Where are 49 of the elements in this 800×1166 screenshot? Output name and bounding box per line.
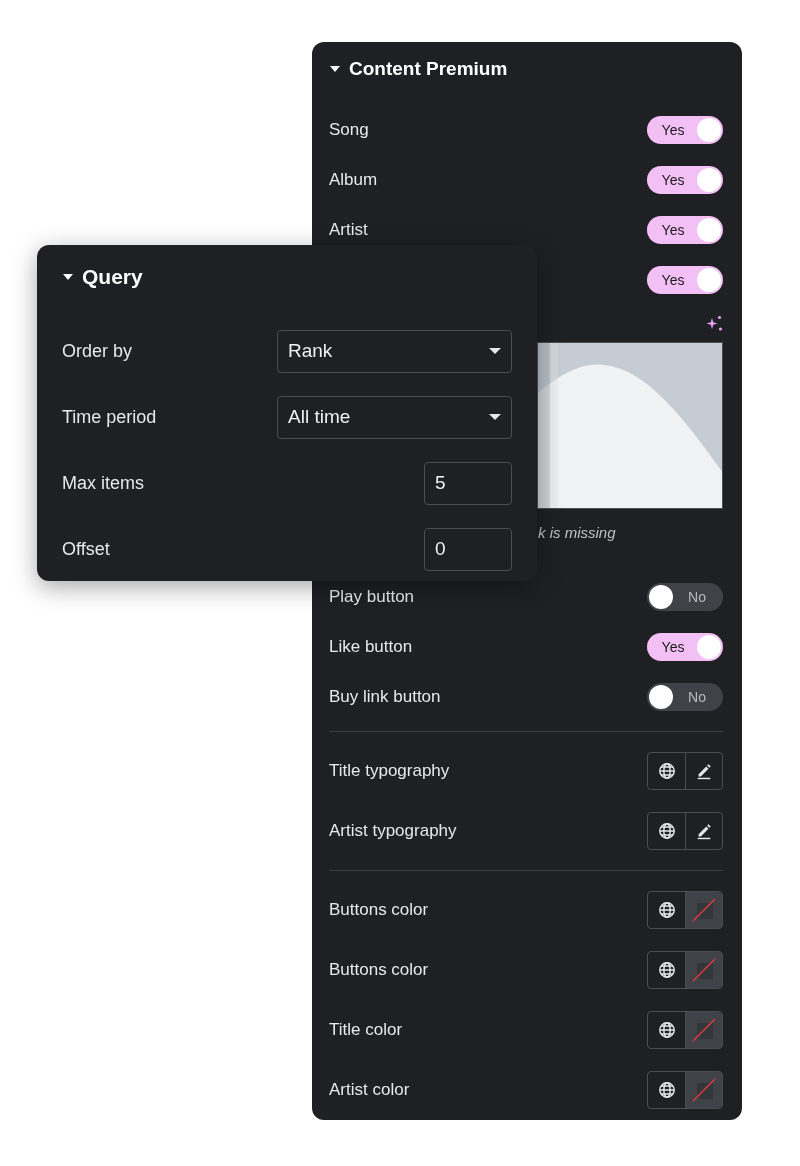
section-title[interactable]: Query [82,265,143,289]
color-swatch[interactable] [685,952,722,988]
globe-icon [657,1021,676,1039]
field-label: Order by [62,340,133,362]
toggle-switch[interactable]: No [647,683,723,711]
dropdown[interactable]: All time [277,395,512,439]
caret-icon [489,347,501,355]
setting-label: Artist typography [329,821,457,841]
caption: k is missing [538,524,616,541]
globe-icon [657,762,676,780]
color-swatch[interactable] [685,1072,722,1108]
color-swatch[interactable] [685,892,722,928]
field-label: Max items [62,472,144,494]
no-color-icon [691,1077,717,1103]
toggle-label: Like button [329,637,413,657]
dropdown[interactable]: Rank [277,329,512,373]
toggle-switch[interactable]: Yes [647,633,723,661]
toggle-label: Album [329,170,378,190]
setting-label: Title typography [329,761,450,781]
toggle-label: Artist [329,220,368,240]
sparkle-icon[interactable] [706,315,723,332]
no-color-icon [691,897,717,923]
toggle-switch[interactable]: Yes [647,166,723,194]
globe-icon [657,1081,676,1099]
globe-icon [657,901,676,919]
number-field[interactable]: 0 [424,527,512,571]
toggle-label: Buy link button [329,687,441,707]
setting-label: Buttons color [329,960,429,980]
toggle-switch[interactable]: Yes [647,116,723,144]
setting-label: Title color [329,1020,403,1040]
pencil-icon [695,822,713,840]
toggle-switch[interactable]: Yes [647,216,723,244]
toggle-label: Song [329,120,369,140]
setting-label: Buttons color [329,900,429,920]
caret-icon [489,413,501,421]
toggle-switch[interactable]: No [647,583,723,611]
color-swatch[interactable] [685,1012,722,1048]
field-label: Time period [62,406,157,428]
toggle-switch[interactable]: Yes [647,266,723,294]
pencil-icon [695,762,713,780]
section-title[interactable]: Content Premium [349,58,508,80]
setting-label: Artist color [329,1080,410,1100]
globe-icon [657,961,676,979]
no-color-icon [691,1017,717,1043]
no-color-icon [691,957,717,983]
toggle-label: Play button [329,587,415,607]
globe-icon [657,822,676,840]
number-field[interactable]: 5 [424,461,512,505]
field-label: Offset [62,538,110,560]
